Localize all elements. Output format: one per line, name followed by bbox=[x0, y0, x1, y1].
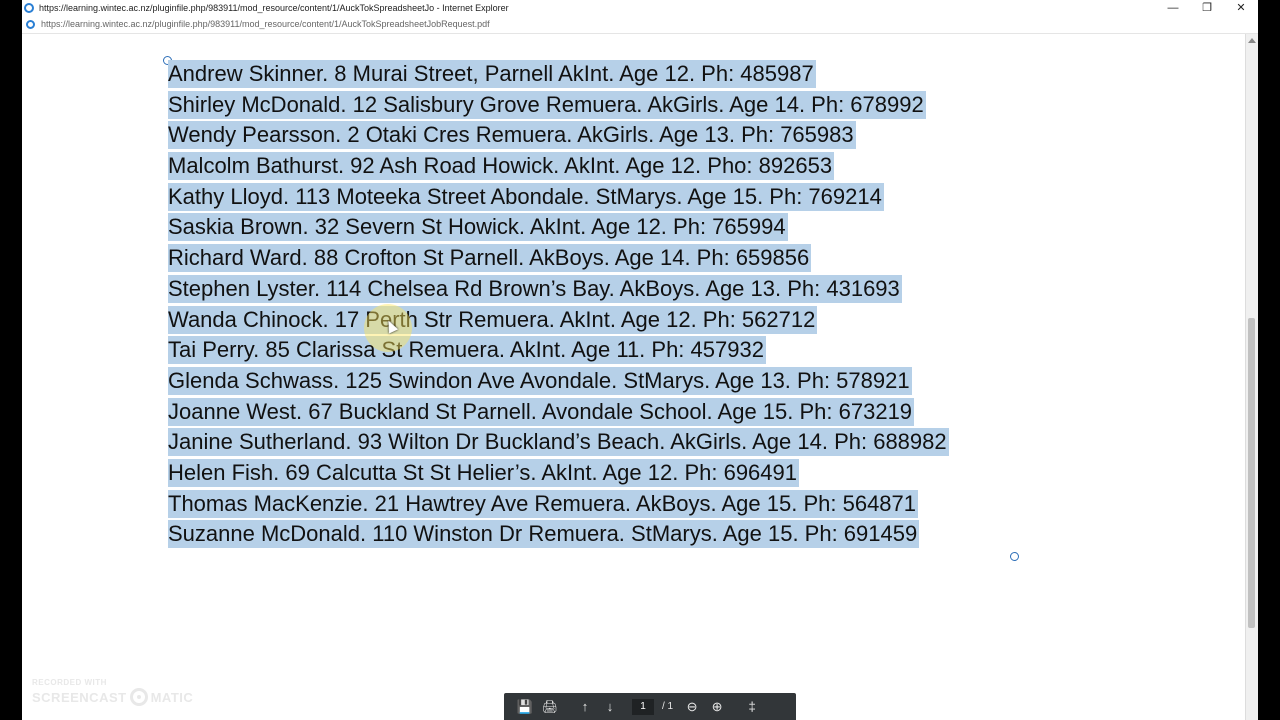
scroll-up-icon[interactable] bbox=[1248, 38, 1256, 43]
acrobat-icon[interactable]: ‡ bbox=[741, 696, 763, 718]
minimize-button[interactable]: — bbox=[1156, 0, 1190, 15]
document-line[interactable]: Stephen Lyster. 114 Chelsea Rd Brown’s B… bbox=[168, 274, 902, 303]
previous-page-icon[interactable]: ↑ bbox=[574, 696, 596, 718]
document-line[interactable]: Glenda Schwass. 125 Swindon Ave Avondale… bbox=[168, 366, 912, 395]
document-line[interactable]: Wendy Pearsson. 2 Otaki Cres Remuera. Ak… bbox=[168, 121, 856, 150]
document-line[interactable]: Wanda Chinock. 17 Perth Str Remuera. AkI… bbox=[168, 305, 818, 334]
selection-end-handle[interactable] bbox=[1010, 552, 1019, 561]
document-line[interactable]: Richard Ward. 88 Crofton St Parnell. AkB… bbox=[168, 244, 812, 273]
save-icon[interactable]: 💾 bbox=[514, 696, 536, 718]
watermark-recorded-text: RECORDED WITH bbox=[32, 678, 107, 687]
pdf-toolbar: 💾 🖨 ↑ ↓ / 1 ⊖ ⊕ ‡ bbox=[504, 693, 796, 720]
pdf-viewer[interactable]: Andrew Skinner. 8 Murai Street, Parnell … bbox=[22, 34, 1242, 720]
document-line[interactable]: Tai Perry. 85 Clarissa St Remuera. AkInt… bbox=[168, 336, 766, 365]
document-line[interactable]: Malcolm Bathurst. 92 Ash Road Howick. Ak… bbox=[168, 152, 835, 181]
document-line[interactable]: Kathy Lloyd. 113 Moteeka Street Abondale… bbox=[168, 182, 884, 211]
document-line[interactable]: Thomas MacKenzie. 21 Hawtrey Ave Remuera… bbox=[168, 489, 919, 518]
window-title: https://learning.wintec.ac.nz/pluginfile… bbox=[39, 2, 509, 13]
document-line[interactable]: Suzanne McDonald. 110 Winston Dr Remuera… bbox=[168, 520, 920, 549]
screencast-watermark: RECORDED WITH SCREENCAST MATIC bbox=[32, 678, 193, 706]
vertical-scrollbar[interactable] bbox=[1245, 34, 1258, 720]
page-number-input[interactable] bbox=[632, 698, 654, 715]
document-line[interactable]: Janine Sutherland. 93 Wilton Dr Buckland… bbox=[168, 428, 949, 457]
window-controls: — ❐ ✕ bbox=[1156, 0, 1258, 15]
document-line[interactable]: Saskia Brown. 32 Severn St Howick. AkInt… bbox=[168, 213, 788, 242]
screencast-logo-icon bbox=[129, 688, 148, 706]
next-page-icon[interactable]: ↓ bbox=[599, 696, 621, 718]
zoom-out-icon[interactable]: ⊖ bbox=[681, 696, 703, 718]
document-line[interactable]: Andrew Skinner. 8 Murai Street, Parnell … bbox=[168, 60, 816, 88]
scrollbar-thumb[interactable] bbox=[1248, 318, 1255, 628]
address-url[interactable]: https://learning.wintec.ac.nz/pluginfile… bbox=[41, 19, 490, 29]
watermark-brand-right: MATIC bbox=[150, 689, 194, 705]
watermark-brand-left: SCREENCAST bbox=[32, 689, 127, 705]
zoom-in-icon[interactable]: ⊕ bbox=[706, 696, 728, 718]
address-bar[interactable]: https://learning.wintec.ac.nz/pluginfile… bbox=[22, 15, 1258, 34]
page-total: / 1 bbox=[662, 701, 674, 712]
page-indicator: / 1 bbox=[632, 698, 674, 715]
document-line[interactable]: Helen Fish. 69 Calcutta St St Helier’s. … bbox=[168, 458, 799, 487]
close-button[interactable]: ✕ bbox=[1224, 0, 1258, 15]
watermark-brand: SCREENCAST MATIC bbox=[32, 688, 193, 706]
document-line[interactable]: Joanne West. 67 Buckland St Parnell. Avo… bbox=[168, 397, 915, 426]
site-icon bbox=[26, 19, 35, 29]
browser-window: https://learning.wintec.ac.nz/pluginfile… bbox=[22, 0, 1258, 720]
print-icon[interactable]: 🖨 bbox=[539, 696, 561, 718]
document-line[interactable]: Shirley McDonald. 12 Salisbury Grove Rem… bbox=[168, 90, 926, 119]
document-text[interactable]: Andrew Skinner. 8 Murai Street, Parnell … bbox=[168, 60, 949, 551]
restore-button[interactable]: ❐ bbox=[1190, 0, 1224, 15]
title-bar: https://learning.wintec.ac.nz/pluginfile… bbox=[22, 0, 1258, 15]
internet-explorer-icon bbox=[24, 2, 34, 13]
